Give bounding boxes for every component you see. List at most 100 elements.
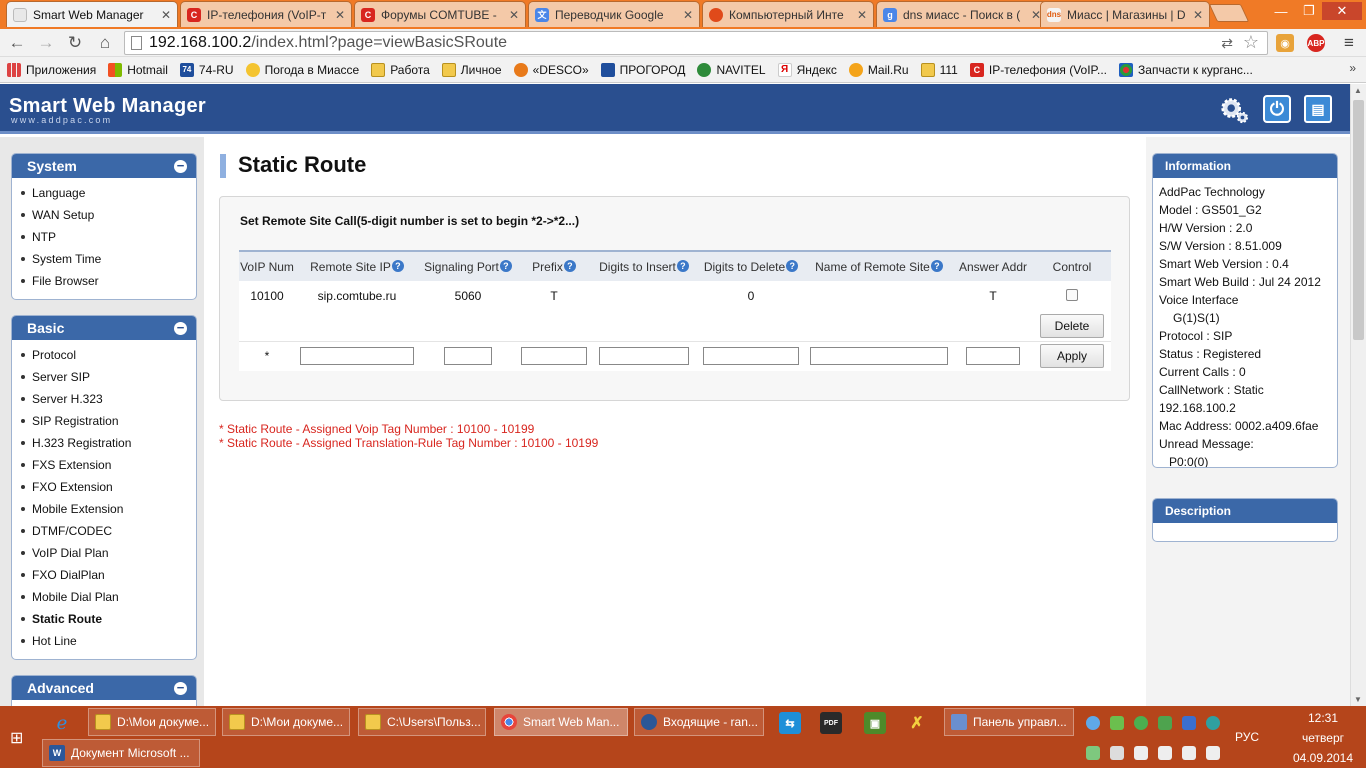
taskbar-explorer-3[interactable]: C:\Users\Польз... (358, 708, 486, 736)
sidebar-item-fxo-extension[interactable]: FXO Extension (21, 476, 196, 498)
digits-delete-input[interactable] (703, 347, 799, 366)
tray-volume-icon[interactable] (1206, 746, 1220, 760)
scroll-down-icon[interactable]: ▼ (1354, 695, 1362, 704)
home-icon[interactable]: ⌂ (94, 33, 116, 53)
bookmark-yandex[interactable]: Я Яндекс (777, 62, 837, 77)
help-icon[interactable]: ? (786, 259, 799, 272)
close-tab-icon[interactable]: ✕ (509, 8, 519, 22)
apply-button[interactable]: Apply (1039, 344, 1105, 369)
more-bookmarks-icon[interactable]: » (1349, 61, 1356, 75)
tray-download-icon[interactable] (1158, 716, 1172, 730)
taskbar-explorer-1[interactable]: D:\Мои докуме... (88, 708, 216, 736)
taskbar-chrome-smart-web-manager[interactable]: Smart Web Man... (494, 708, 628, 736)
sidebar-item-dtmf-codec[interactable]: DTMF/CODEC (21, 520, 196, 542)
sidebar-item-sip-registration[interactable]: SIP Registration (21, 410, 196, 432)
row-select-checkbox[interactable] (1066, 288, 1078, 301)
bookmark-weather[interactable]: Погода в Миассе (245, 62, 359, 77)
sidebar-item-mobile-dial-plan[interactable]: Mobile Dial Plan (21, 586, 196, 608)
tray-power-icon[interactable] (1158, 746, 1172, 760)
collapse-icon[interactable]: − (174, 681, 187, 695)
app-icon[interactable]: ▣ (864, 712, 886, 734)
sidebar-item-protocol[interactable]: Protocol (21, 344, 196, 366)
windows-start-icon[interactable]: ⊞ (10, 728, 28, 747)
translate-icon[interactable]: ⇄ (1221, 32, 1233, 54)
bookmark-74ru[interactable]: 74 74-RU (179, 62, 234, 77)
sidebar-item-file-browser[interactable]: File Browser (21, 270, 196, 292)
sidebar-item-server-h323[interactable]: Server H.323 (21, 388, 196, 410)
taskbar-explorer-2[interactable]: D:\Мои докуме... (222, 708, 350, 736)
tab-comtube-forum[interactable]: C Форумы COMTUBE - ✕ (354, 1, 526, 27)
save-disk-icon[interactable]: ▤ (1304, 95, 1332, 123)
advanced-menu-header[interactable]: Advanced − (12, 676, 196, 700)
bookmark-mailru[interactable]: Mail.Ru (848, 62, 909, 77)
tab-dns-search[interactable]: g dns миасс - Поиск в ( ✕ (876, 1, 1048, 27)
bookmark-folder-work[interactable]: Работа (371, 62, 430, 77)
digits-insert-input[interactable] (599, 347, 689, 366)
settings-gear-icon[interactable] (1219, 95, 1249, 125)
tray-dropbox-icon[interactable] (1182, 716, 1196, 730)
taskbar-word-document[interactable]: W Документ Microsoft ... (42, 739, 200, 767)
signaling-port-input[interactable] (444, 347, 492, 366)
system-menu-header[interactable]: System − (12, 154, 196, 178)
collapse-icon[interactable]: − (174, 321, 187, 335)
sidebar-item-hot-line[interactable]: Hot Line (21, 630, 196, 652)
sidebar-item-mobile-extension[interactable]: Mobile Extension (21, 498, 196, 520)
adblock-icon[interactable]: ABP (1307, 34, 1325, 52)
logout-power-icon[interactable]: ⏻ (1263, 95, 1291, 123)
bookmark-star-icon[interactable]: ☆ (1243, 31, 1259, 53)
bookmark-folder-personal[interactable]: Личное (441, 62, 502, 77)
tray-battery-icon[interactable] (1086, 746, 1100, 760)
reload-icon[interactable]: ↻ (64, 33, 86, 53)
sidebar-item-h323-registration[interactable]: H.323 Registration (21, 432, 196, 454)
system-clock[interactable]: 12:31 четверг 04.09.2014 (1280, 708, 1366, 768)
prefix-input[interactable] (521, 347, 587, 366)
close-tab-icon[interactable]: ✕ (161, 8, 171, 22)
sidebar-item-language[interactable]: Language (21, 182, 196, 204)
sidebar-item-server-sip[interactable]: Server SIP (21, 366, 196, 388)
scrollbar-thumb[interactable] (1353, 100, 1364, 340)
new-tab-button[interactable] (1208, 4, 1250, 22)
sidebar-item-system-time[interactable]: System Time (21, 248, 196, 270)
extension-icon[interactable]: ◉ (1276, 34, 1294, 52)
taskbar-mail-inbox[interactable]: Входящие - ran... (634, 708, 764, 736)
sidebar-item-fxs-extension[interactable]: FXS Extension (21, 454, 196, 476)
bookmark-ip-telephony[interactable]: C IP-телефония (VoIP... (969, 62, 1107, 77)
input-language-indicator[interactable]: РУС (1235, 730, 1259, 744)
help-icon[interactable]: ? (563, 259, 576, 272)
bookmark-desco[interactable]: «DESCO» (513, 62, 589, 77)
teamviewer-icon[interactable]: ⇆ (779, 712, 801, 734)
tab-smart-web-manager[interactable]: Smart Web Manager ✕ (6, 1, 178, 27)
minimize-window-button[interactable]: — (1268, 2, 1294, 20)
basic-menu-header[interactable]: Basic − (12, 316, 196, 340)
tab-google-translate[interactable]: 文 Переводчик Google ✕ (528, 1, 700, 27)
tab-ip-telephony[interactable]: C IP-телефония (VoIP-т ✕ (180, 1, 352, 27)
tray-flag-icon[interactable] (1134, 746, 1148, 760)
collapse-icon[interactable]: − (174, 159, 187, 173)
tool-icon[interactable]: ✗ (906, 712, 928, 734)
bookmark-progorod[interactable]: ПРОГОРОД (600, 62, 685, 77)
remote-ip-input[interactable] (300, 347, 414, 366)
tab-dns-shops[interactable]: dns Миасс | Магазины | D ✕ (1040, 1, 1210, 27)
tab-computer-internet[interactable]: Компьютерный Инте ✕ (702, 1, 874, 27)
help-icon[interactable]: ? (499, 259, 512, 272)
sidebar-item-voip-dial-plan[interactable]: VoIP Dial Plan (21, 542, 196, 564)
remote-site-name-input[interactable] (810, 347, 948, 366)
taskbar-control-panel[interactable]: Панель управл... (944, 708, 1074, 736)
answer-addr-input[interactable] (966, 347, 1020, 366)
bookmark-navitel[interactable]: NAVITEL (697, 62, 766, 77)
tray-wifi-signal-icon[interactable] (1182, 746, 1196, 760)
tray-sync-icon[interactable] (1206, 716, 1220, 730)
close-window-button[interactable]: ✕ (1322, 2, 1362, 20)
sidebar-item-static-route[interactable]: Static Route (21, 608, 196, 630)
menu-icon[interactable]: ≡ (1340, 33, 1358, 52)
forward-icon[interactable]: → (35, 33, 57, 53)
bookmark-hotmail[interactable]: Hotmail (108, 62, 168, 77)
address-bar[interactable]: 192.168.100.2/index.html?page=viewBasicS… (124, 31, 1268, 55)
sidebar-item-ntp[interactable]: NTP (21, 226, 196, 248)
close-tab-icon[interactable]: ✕ (857, 8, 867, 22)
close-tab-icon[interactable]: ✕ (683, 8, 693, 22)
pdf-icon[interactable]: PDF (820, 712, 842, 734)
bookmark-folder-111[interactable]: 111 (920, 62, 958, 77)
help-icon[interactable]: ? (676, 259, 689, 272)
close-tab-icon[interactable]: ✕ (1193, 8, 1203, 22)
